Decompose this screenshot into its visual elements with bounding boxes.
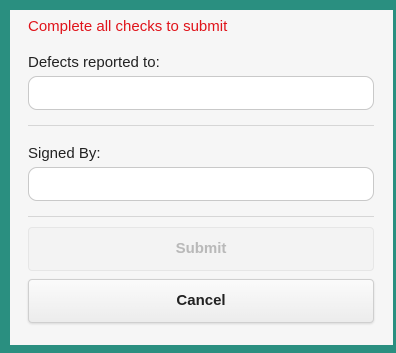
defects-reported-label: Defects reported to:	[28, 54, 160, 71]
signed-by-label: Signed By:	[28, 145, 101, 162]
divider	[28, 216, 374, 217]
submit-button[interactable]: Submit	[28, 227, 374, 271]
divider	[28, 125, 374, 126]
validation-warning: Complete all checks to submit	[28, 18, 228, 35]
cancel-button[interactable]: Cancel	[28, 279, 374, 323]
defects-reported-input[interactable]	[28, 76, 374, 110]
signed-by-input[interactable]	[28, 167, 374, 201]
